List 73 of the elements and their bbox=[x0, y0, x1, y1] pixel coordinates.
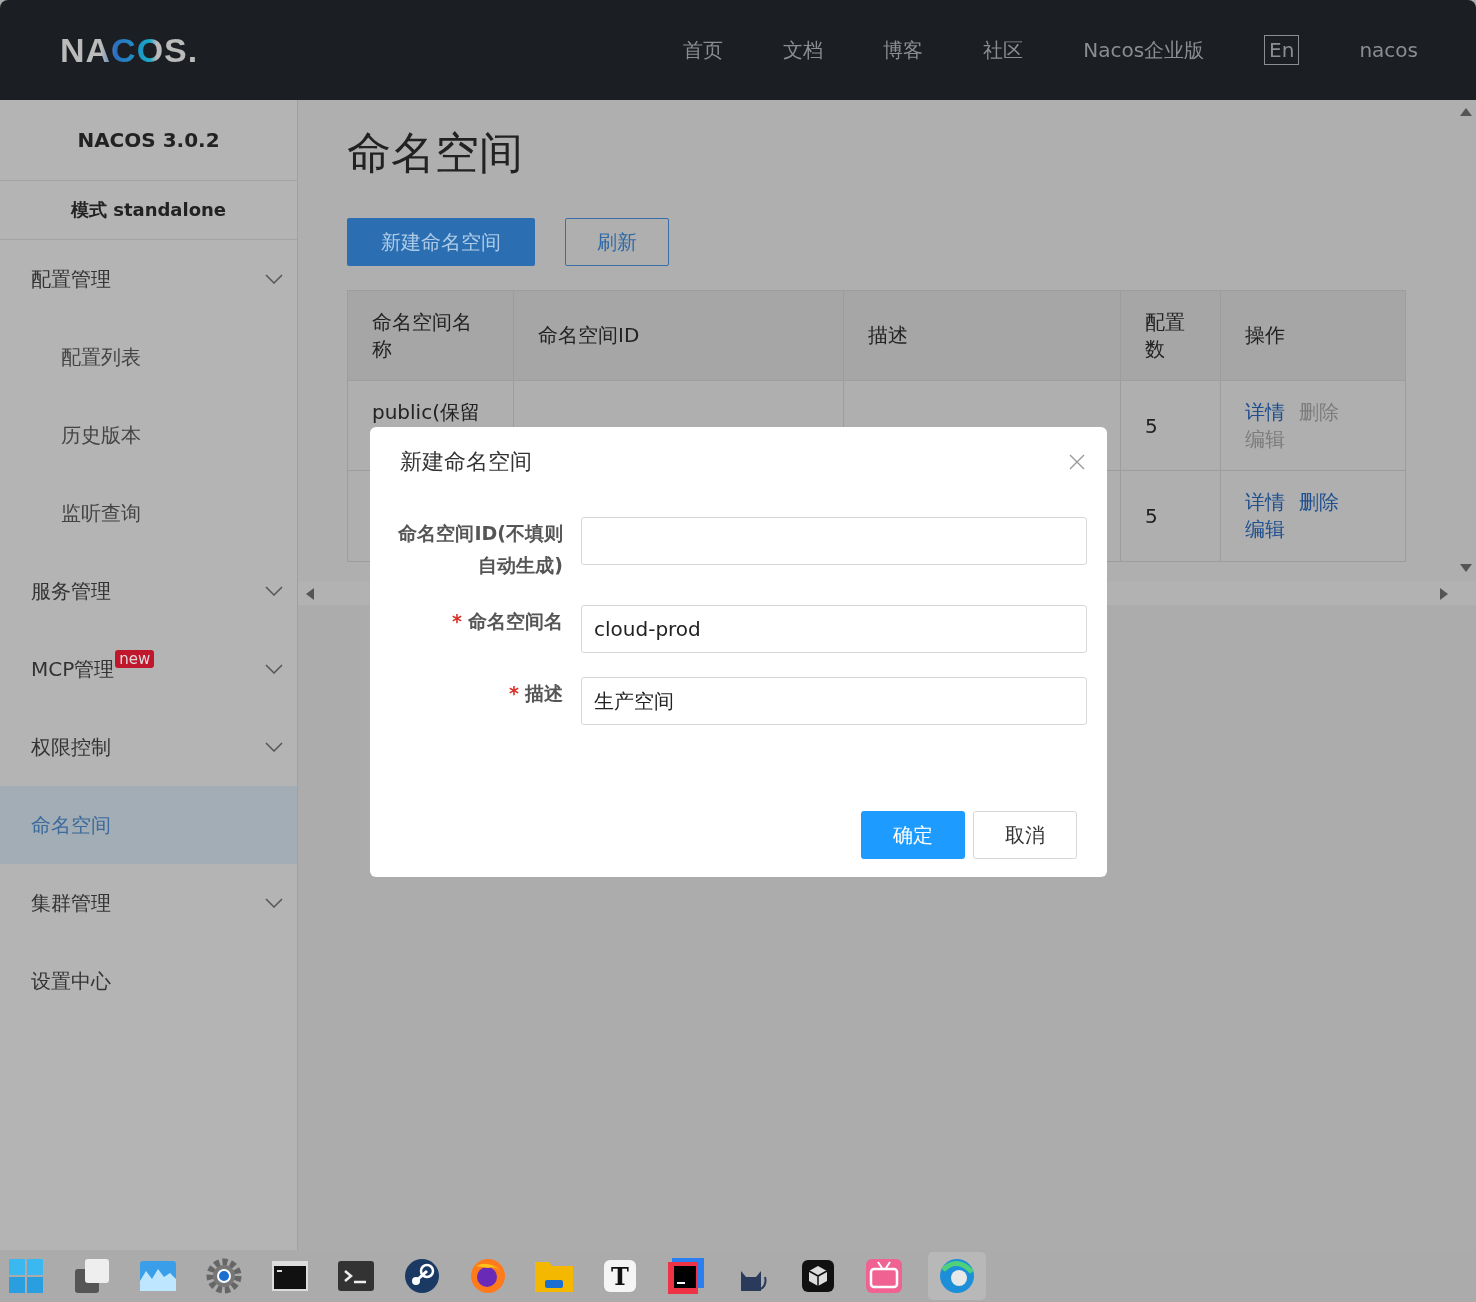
chevron-icon bbox=[265, 664, 283, 674]
table-cell: 5 bbox=[1121, 471, 1221, 561]
new-badge: new bbox=[115, 650, 155, 668]
wave-chart-icon bbox=[140, 1261, 176, 1291]
version-label: NACOS 3.0.2 bbox=[77, 128, 220, 152]
folder-icon bbox=[535, 1260, 573, 1292]
cancel-button[interactable]: 取消 bbox=[973, 811, 1077, 859]
language-button[interactable]: En bbox=[1264, 35, 1300, 65]
gear-icon bbox=[206, 1258, 242, 1294]
sidebar-item[interactable]: 服务管理 bbox=[0, 552, 297, 630]
input-field[interactable]: cloud-prod bbox=[581, 605, 1087, 653]
action-link[interactable]: 编辑 bbox=[1245, 516, 1285, 543]
browser-icon bbox=[470, 1258, 506, 1294]
sidebar-subitem[interactable]: 历史版本 bbox=[0, 396, 297, 474]
sidebar-item[interactable]: 权限控制 bbox=[0, 708, 297, 786]
sidebar-subitem[interactable]: 监听查询 bbox=[0, 474, 297, 552]
column-header: 命名空间名称 bbox=[348, 291, 514, 381]
table-cell: 5 bbox=[1121, 381, 1221, 471]
field-label: * 命名空间名 bbox=[451, 609, 563, 634]
sidebar-subitem[interactable]: 配置列表 bbox=[0, 318, 297, 396]
sidebar-item[interactable]: 设置中心 bbox=[0, 942, 297, 1020]
column-header: 描述 bbox=[844, 291, 1121, 381]
nav-link[interactable]: 首页 bbox=[683, 36, 724, 64]
round-logo-icon bbox=[404, 1258, 440, 1294]
page-title: 命名空间 bbox=[347, 126, 524, 180]
column-header: 配置数 bbox=[1121, 291, 1221, 381]
create-button[interactable]: 新建命名空间 bbox=[347, 218, 535, 266]
scroll-left-icon[interactable] bbox=[306, 587, 314, 600]
nav-link[interactable]: 社区 bbox=[983, 36, 1024, 64]
field-label: 命名空间ID(不填则自动生成) bbox=[397, 521, 563, 578]
sidebar-item-label: MCP管理 bbox=[31, 655, 115, 683]
mode-label: 模式 standalone bbox=[70, 198, 227, 222]
chevron-icon bbox=[265, 898, 283, 908]
chevron-icon bbox=[265, 274, 283, 284]
terminal-icon bbox=[338, 1261, 374, 1291]
chevron-icon bbox=[265, 742, 283, 752]
input-field[interactable]: 生产空间 bbox=[581, 677, 1087, 725]
nav-link[interactable]: 博客 bbox=[883, 36, 924, 64]
refresh-button[interactable]: 刷新 bbox=[565, 218, 669, 266]
action-link[interactable]: 详情 bbox=[1245, 489, 1285, 516]
swirl-browser-icon bbox=[939, 1258, 975, 1294]
nav-link[interactable]: Nacos企业版 bbox=[1083, 36, 1205, 64]
nav-link[interactable]: nacos bbox=[1359, 38, 1418, 62]
chevron-icon bbox=[265, 586, 283, 596]
taskbar-button[interactable]: T bbox=[598, 1252, 642, 1300]
cube-icon bbox=[802, 1260, 834, 1292]
field-label: * 描述 bbox=[508, 681, 563, 706]
ide-icon bbox=[668, 1258, 704, 1294]
sidebar-item-label: 服务管理 bbox=[31, 577, 111, 605]
scroll-right-icon[interactable] bbox=[1440, 587, 1448, 600]
action-link[interactable]: 删除 bbox=[1299, 489, 1339, 516]
column-header: 命名空间ID bbox=[514, 291, 844, 381]
sidebar-item-label: 集群管理 bbox=[31, 889, 111, 917]
sidebar-item[interactable]: 配置管理 bbox=[0, 240, 297, 318]
stacked-windows-icon bbox=[74, 1258, 110, 1294]
column-header: 操作 bbox=[1221, 291, 1405, 381]
sidebar-item-label: 命名空间 bbox=[31, 811, 111, 839]
start-icon bbox=[8, 1258, 44, 1294]
console-icon bbox=[272, 1261, 308, 1291]
sidebar-item[interactable]: 集群管理 bbox=[0, 864, 297, 942]
tv-icon bbox=[866, 1259, 902, 1293]
input-field[interactable] bbox=[581, 517, 1087, 565]
confirm-button[interactable]: 确定 bbox=[861, 811, 965, 859]
close-icon[interactable] bbox=[1069, 454, 1085, 470]
scroll-up-icon[interactable] bbox=[1460, 108, 1472, 116]
sidebar-item-label: 配置管理 bbox=[31, 265, 111, 293]
sidebar-item[interactable]: MCP管理 new bbox=[0, 630, 297, 708]
text-app-icon: T bbox=[604, 1260, 636, 1292]
action-link[interactable]: 详情 bbox=[1245, 398, 1285, 426]
nav-link[interactable]: 文档 bbox=[783, 36, 824, 64]
sidebar-item-label: 设置中心 bbox=[31, 967, 111, 995]
sidebar-item-label: 权限控制 bbox=[31, 733, 111, 761]
scroll-down-icon[interactable] bbox=[1460, 564, 1472, 572]
